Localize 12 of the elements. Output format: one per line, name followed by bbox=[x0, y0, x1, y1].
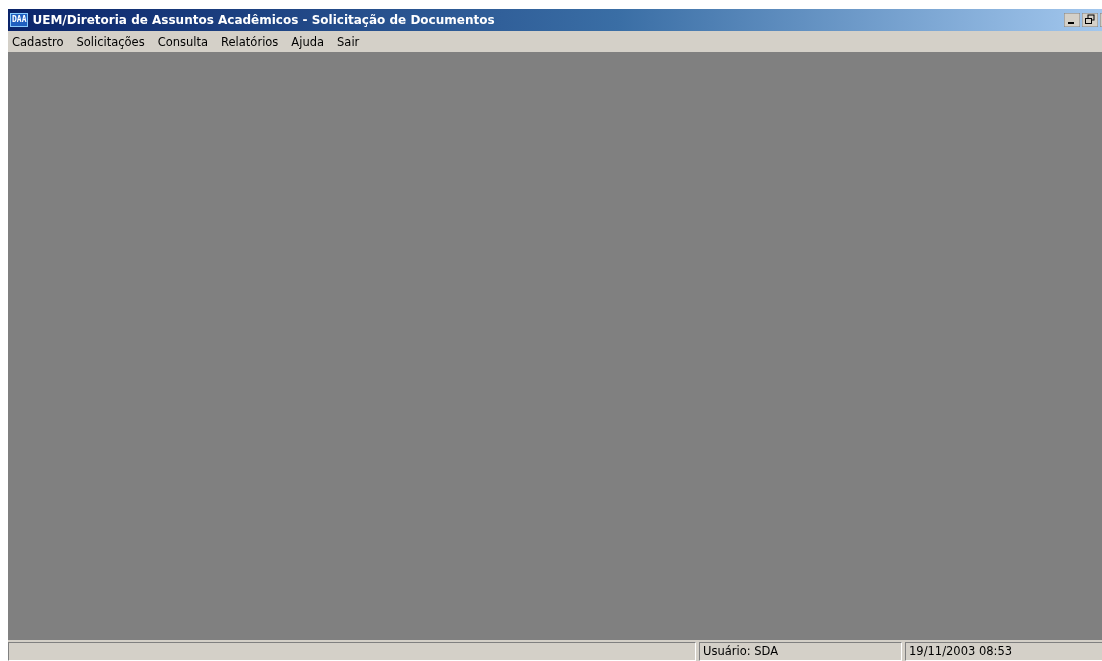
menu-item[interactable]: Ajuda bbox=[291, 34, 325, 49]
minimize-button[interactable] bbox=[1064, 13, 1080, 27]
menu-item[interactable]: Cadastro bbox=[12, 34, 64, 49]
menu-item[interactable]: Consulta bbox=[157, 34, 209, 49]
menu-item[interactable]: Relatórios bbox=[221, 34, 279, 49]
menu-item[interactable]: Solicitações bbox=[76, 34, 145, 49]
status-user: Usuário: SDA bbox=[699, 642, 902, 661]
menu-item[interactable]: Sair bbox=[337, 34, 360, 49]
window-title: UEM/Diretoria de Assuntos Acadêmicos - Solicitação de Documentos bbox=[32, 13, 496, 27]
app-logo: DAA bbox=[10, 13, 29, 27]
status-datetime: 19/11/2003 08:53 bbox=[905, 642, 1102, 661]
restore-button[interactable] bbox=[1082, 13, 1098, 27]
